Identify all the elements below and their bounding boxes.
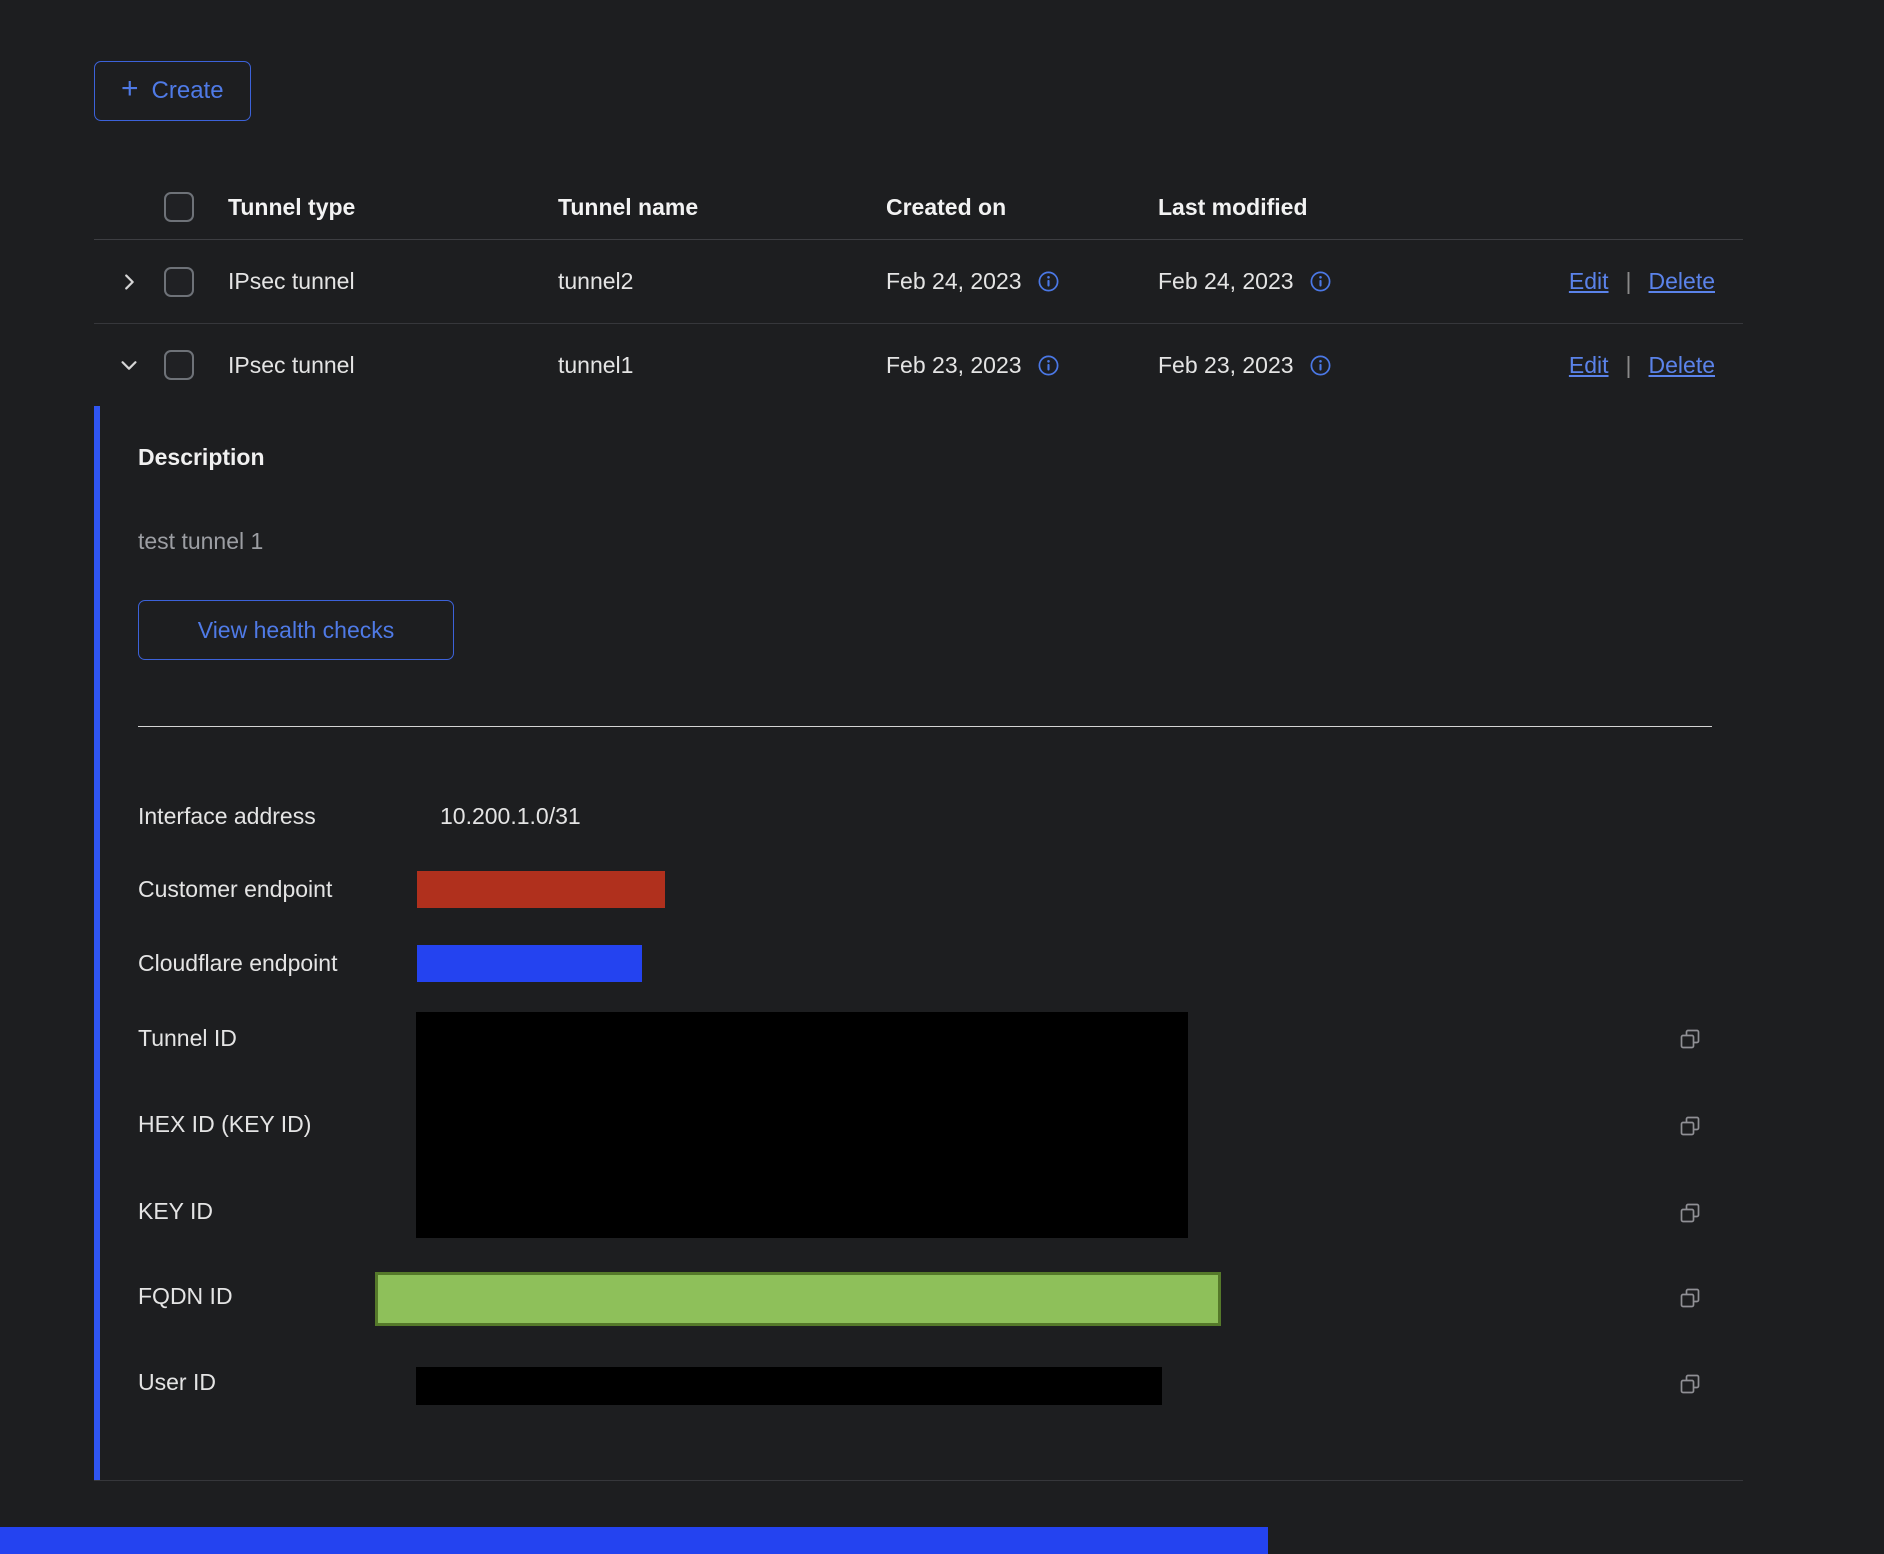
tunnel-id-label: Tunnel ID [138,1024,237,1052]
copy-icon-fqdn-id[interactable] [1678,1286,1702,1310]
info-icon[interactable] [1309,270,1332,293]
tunnel-type-value: IPsec tunnel [220,268,550,295]
delete-link-tunnel2[interactable]: Delete [1649,268,1715,295]
customer-endpoint-label: Customer endpoint [138,875,332,903]
interface-address-value: 10.200.1.0/31 [440,802,581,830]
last-modified-value: Feb 24, 2023 [1158,268,1294,295]
table-row-tunnel1: IPsec tunnel tunnel1 Feb 23, 2023 Feb 23… [94,324,1743,406]
edit-link-tunnel1[interactable]: Edit [1569,352,1609,379]
table-row-tunnel2: IPsec tunnel tunnel2 Feb 24, 2023 Feb 24… [94,240,1743,324]
user-id-label: User ID [138,1368,216,1396]
description-value: test tunnel 1 [138,528,263,555]
column-header-tunnel-name: Tunnel name [550,194,878,221]
description-label: Description [138,444,265,471]
column-header-tunnel-type: Tunnel type [220,194,550,221]
delete-link-tunnel1[interactable]: Delete [1649,352,1715,379]
table-header-row: Tunnel type Tunnel name Created on Last … [94,175,1743,240]
fqdn-id-label: FQDN ID [138,1282,233,1310]
tunnel-type-value: IPsec tunnel [220,352,550,379]
view-health-checks-button[interactable]: View health checks [138,600,454,660]
plus-icon: + [121,74,139,104]
chevron-right-icon[interactable] [118,271,140,293]
interface-address-label: Interface address [138,802,316,830]
actions-separator: | [1626,352,1632,379]
info-icon[interactable] [1037,270,1060,293]
column-header-created-on: Created on [878,194,1150,221]
tunnel-name-value: tunnel2 [550,268,878,295]
info-icon[interactable] [1037,354,1060,377]
redacted-fqdn-id-value [375,1272,1221,1326]
chevron-down-icon[interactable] [118,354,140,376]
create-button[interactable]: + Create [94,61,251,121]
redacted-customer-endpoint-value [417,871,665,908]
copy-icon-hex-id[interactable] [1678,1114,1702,1138]
redacted-bottom-bar [0,1527,1268,1554]
redacted-user-id-value [416,1367,1162,1405]
tunnel-name-value: tunnel1 [550,352,878,379]
panel-divider [138,726,1712,727]
column-header-last-modified: Last modified [1150,194,1450,221]
created-on-value: Feb 24, 2023 [886,268,1022,295]
copy-icon-key-id[interactable] [1678,1201,1702,1225]
hex-id-label: HEX ID (KEY ID) [138,1110,311,1138]
actions-separator: | [1626,268,1632,295]
redacted-ids-block [416,1012,1188,1238]
redacted-cloudflare-endpoint-value [417,945,642,982]
last-modified-value: Feb 23, 2023 [1158,352,1294,379]
created-on-value: Feb 23, 2023 [886,352,1022,379]
create-button-label: Create [152,77,224,105]
key-id-label: KEY ID [138,1197,213,1225]
tunnels-table: Tunnel type Tunnel name Created on Last … [94,175,1743,1481]
ipsec-tunnels-page: + Create Tunnel type Tunnel name Created… [0,0,1884,1554]
cloudflare-endpoint-label: Cloudflare endpoint [138,949,337,977]
info-icon[interactable] [1309,354,1332,377]
row-checkbox-tunnel1[interactable] [164,350,194,380]
copy-icon-user-id[interactable] [1678,1372,1702,1396]
row-checkbox-tunnel2[interactable] [164,267,194,297]
copy-icon-tunnel-id[interactable] [1678,1027,1702,1051]
edit-link-tunnel2[interactable]: Edit [1569,268,1609,295]
tunnel1-expanded-panel: Description test tunnel 1 View health ch… [94,406,1743,1480]
select-all-checkbox[interactable] [164,192,194,222]
table-bottom-border [94,1480,1743,1481]
